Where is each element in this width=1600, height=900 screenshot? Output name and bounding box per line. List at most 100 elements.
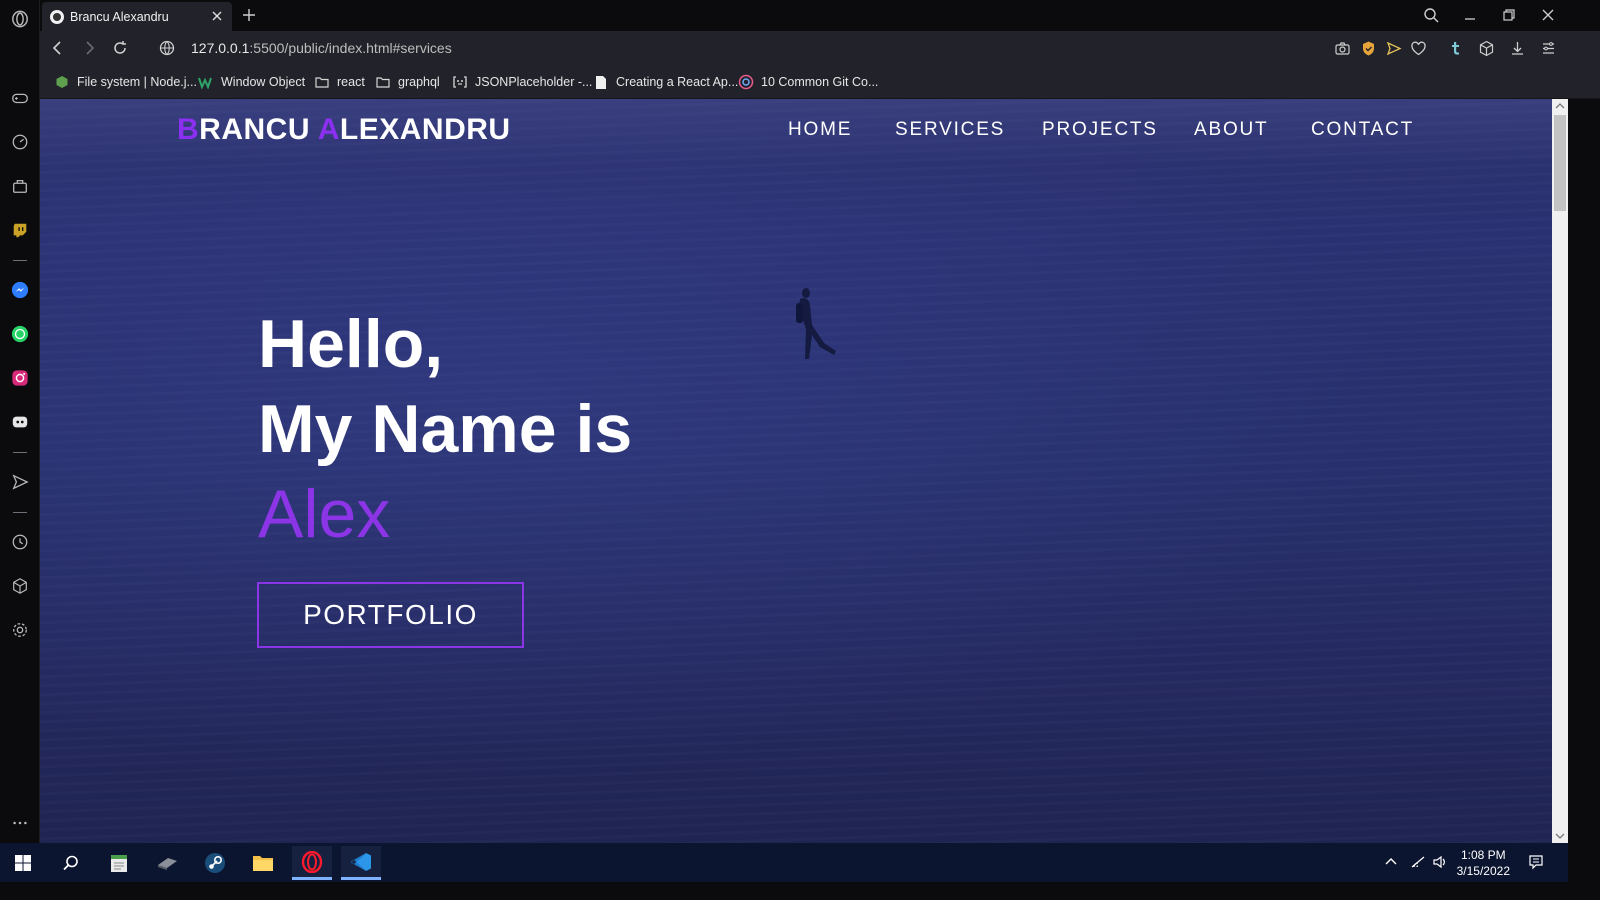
site-logo[interactable]: BRANCU ALEXANDRU [177,113,511,147]
sidebar-divider [13,452,27,453]
tray-chevron-up-icon[interactable] [1384,855,1398,874]
diver-silhouette [796,288,836,359]
jsonplaceholder-icon [452,74,468,90]
extension-box-icon[interactable] [1478,40,1495,57]
send-icon[interactable] [8,470,32,494]
reload-icon[interactable] [111,39,129,57]
history-icon[interactable] [8,530,32,554]
portfolio-button[interactable]: PORTFOLIO [257,582,524,648]
logo-text: LEXANDRU [339,113,511,146]
bookmark-item[interactable]: graphql [375,74,440,90]
taskbar-search-icon[interactable] [51,846,91,880]
url-host: 127.0.0.1 [191,40,250,56]
new-tab-plus-icon[interactable] [240,6,258,24]
bookmark-label: graphql [398,75,440,89]
workspaces-icon[interactable] [8,174,32,198]
sidebar-divider [13,512,27,513]
action-center-notifications-icon[interactable] [1528,854,1544,875]
download-icon[interactable] [1509,40,1526,57]
nav-home[interactable]: HOME [788,119,852,141]
bookmark-label: Window Object [221,75,306,89]
git-icon [738,74,754,90]
hero-name: Alex [258,476,391,552]
logo-accent-letter: A [317,113,340,146]
bookmark-label: 10 Common Git Co... [761,75,879,89]
scroll-up-icon[interactable] [1555,102,1565,110]
browser-sidebar [0,0,40,860]
hero-intro: My Name is [258,391,633,467]
file-explorer-icon[interactable] [243,846,283,880]
shield-vpn-icon[interactable] [1360,40,1377,57]
hero-greeting: Hello, [258,306,444,382]
bookmark-item[interactable]: File system | Node.j... [54,74,197,90]
url-path: :5500/public/index.html#services [249,40,452,56]
scrollbar-thumb[interactable] [1554,115,1566,211]
site-info-globe-icon[interactable] [158,39,176,57]
instagram-icon[interactable] [8,366,32,390]
nav-projects[interactable]: PROJECTS [1042,119,1158,141]
nav-services[interactable]: SERVICES [895,119,1005,141]
heart-icon[interactable] [1410,40,1427,57]
bookmark-label: Creating a React Ap... [616,75,739,89]
flow-send-icon[interactable] [1385,40,1402,57]
camera-snapshot-icon[interactable] [1334,40,1351,57]
speed-dial-icon[interactable] [8,130,32,154]
restore-icon[interactable] [1499,5,1519,25]
steam-app-icon[interactable] [195,846,235,880]
clock-date: 3/15/2022 [1456,864,1510,878]
close-tab-icon[interactable] [210,9,224,23]
folder-icon [314,74,330,90]
nav-contact[interactable]: CONTACT [1311,119,1414,141]
opera-taskbar-icon[interactable] [292,846,332,880]
whatsapp-icon[interactable] [8,322,32,346]
twitch-icon[interactable] [8,218,32,242]
page-viewport: BRANCU ALEXANDRU HOME SERVICES PROJECTS … [40,99,1552,843]
page-scrollbar[interactable] [1552,99,1568,843]
address-bar: 127.0.0.1:5500/public/index.html#service… [40,31,1600,66]
clock-time: 1:08 PM [1460,848,1506,862]
url-field[interactable]: 127.0.0.1:5500/public/index.html#service… [191,40,452,56]
network-wifi-icon[interactable] [1410,855,1426,874]
nav-about[interactable]: ABOUT [1194,119,1268,141]
more-dots-icon[interactable] [8,811,32,835]
extensions-cube-icon[interactable] [8,574,32,598]
scroll-down-icon[interactable] [1555,832,1565,840]
sidebar-divider [13,260,27,261]
opera-logo-icon[interactable] [8,7,32,31]
windows-start-icon[interactable] [3,846,43,880]
logo-text: RANCU [199,113,318,146]
bookmarks-bar: File system | Node.j... Window Object re… [40,66,1600,99]
discord-icon[interactable] [8,410,32,434]
document-icon [593,74,609,90]
minimize-icon[interactable] [1460,5,1480,25]
search-tabs-icon[interactable] [1421,5,1441,25]
site-favicon-icon [50,9,64,24]
volume-speaker-icon[interactable] [1432,855,1448,874]
nodejs-icon [54,74,70,90]
close-window-icon[interactable] [1538,5,1558,25]
folder-icon [375,74,391,90]
gamepad-icon[interactable] [8,86,32,110]
app-ssd-icon[interactable] [147,846,187,880]
notepad-app-icon[interactable] [99,846,139,880]
bookmark-item[interactable]: Window Object [198,74,305,90]
forward-icon[interactable] [80,39,98,57]
bookmark-item[interactable]: Creating a React Ap... [593,74,738,90]
settings-gear-icon[interactable] [8,618,32,642]
browser-tab[interactable]: Brancu Alexandru [42,2,232,31]
tab-bar: Brancu Alexandru [40,0,1600,31]
tumblr-icon[interactable] [1447,40,1464,57]
bookmark-label: react [337,75,365,89]
easy-setup-menu-icon[interactable] [1540,40,1557,57]
bookmark-item[interactable]: react [314,74,365,90]
messenger-icon[interactable] [8,278,32,302]
logo-accent-letter: B [177,113,200,146]
tab-title: Brancu Alexandru [70,9,169,24]
bookmark-label: JSONPlaceholder -... [475,75,593,89]
system-clock[interactable]: 1:08 PM 3/15/2022 [1457,847,1510,879]
back-icon[interactable] [49,39,67,57]
w3schools-icon [198,74,214,90]
bookmark-item[interactable]: 10 Common Git Co... [738,74,878,90]
bookmark-item[interactable]: JSONPlaceholder -... [452,74,592,90]
vscode-taskbar-icon[interactable] [341,846,381,880]
